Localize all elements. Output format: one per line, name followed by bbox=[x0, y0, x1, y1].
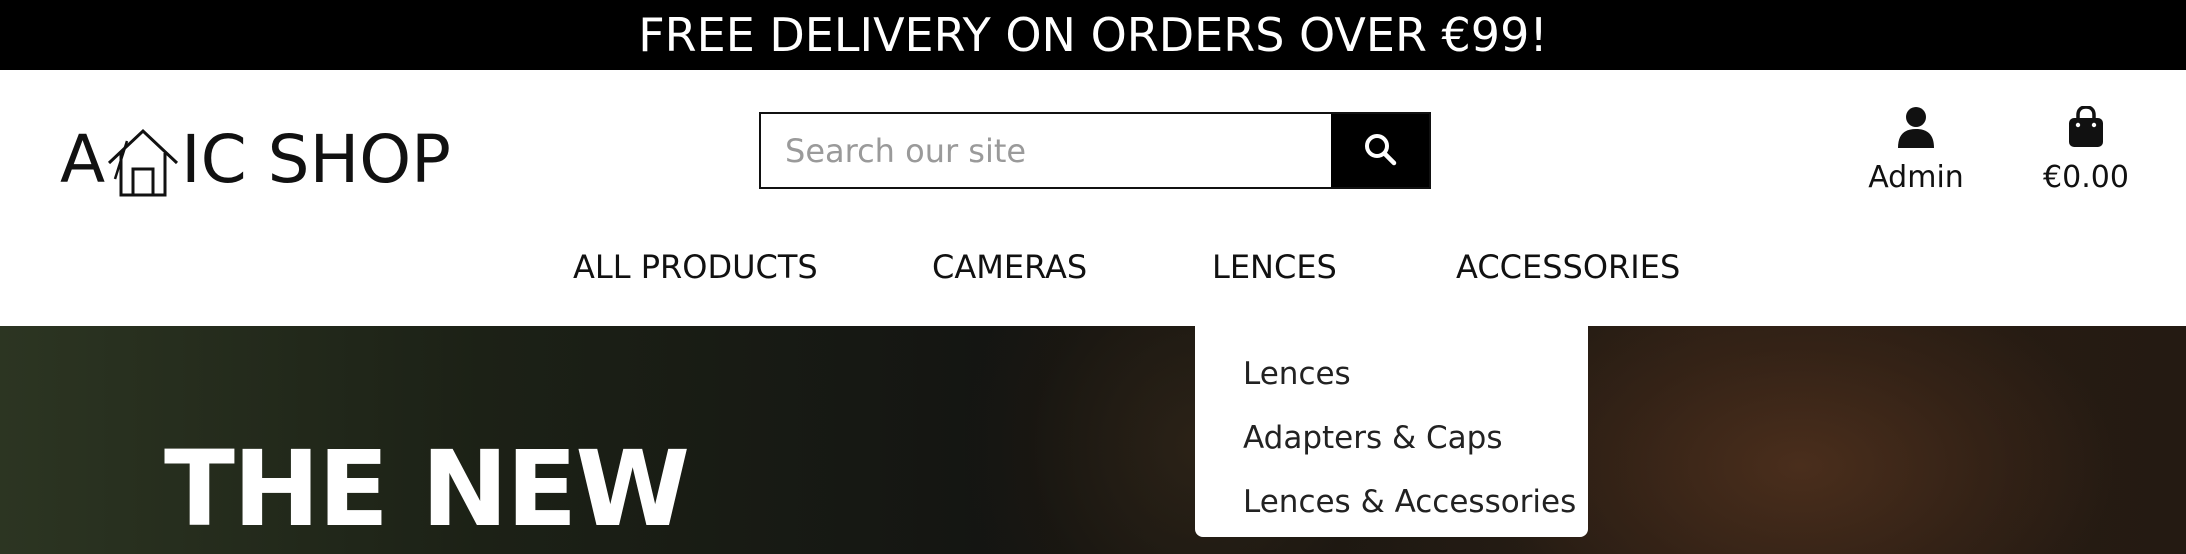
lences-dropdown-menu: Lences Adapters & Caps Lences & Accessor… bbox=[1195, 326, 1588, 537]
cart-total: €0.00 bbox=[2043, 160, 2129, 195]
search-input[interactable] bbox=[761, 114, 1331, 187]
dropdown-item-adapters-caps[interactable]: Adapters & Caps bbox=[1195, 406, 1588, 470]
user-icon bbox=[1897, 102, 1935, 148]
account-label: Admin bbox=[1868, 160, 1964, 195]
search-icon bbox=[1363, 132, 1397, 169]
nav-item-all-products[interactable]: ALL PRODUCTS bbox=[573, 248, 818, 286]
promo-text: FREE DELIVERY ON ORDERS OVER €99! bbox=[638, 8, 1548, 62]
hero-title: THE NEW bbox=[164, 428, 690, 550]
nav-item-accessories[interactable]: ACCESSORIES bbox=[1456, 248, 1680, 286]
account-link[interactable]: Admin bbox=[1858, 102, 1974, 212]
site-logo[interactable]: A IC SHOP bbox=[60, 114, 451, 204]
site-header: A IC SHOP Search our site Admin €0.00 AL… bbox=[0, 70, 2186, 326]
nav-item-lences[interactable]: LENCES bbox=[1212, 248, 1337, 286]
main-nav: ALL PRODUCTS CAMERAS LENCES ACCESSORIES bbox=[0, 248, 2186, 296]
cart-link[interactable]: €0.00 bbox=[2036, 102, 2136, 212]
dropdown-item-lences-accessories[interactable]: Lences & Accessories bbox=[1195, 470, 1588, 534]
logo-text-suffix: IC SHOP bbox=[181, 120, 451, 198]
hero-banner: THE NEW bbox=[0, 326, 2186, 554]
search-form bbox=[759, 112, 1431, 189]
dropdown-item-lences[interactable]: Lences bbox=[1195, 342, 1588, 406]
search-button[interactable] bbox=[1331, 114, 1429, 187]
promo-banner: FREE DELIVERY ON ORDERS OVER €99! bbox=[0, 0, 2186, 70]
logo-text-prefix: A bbox=[60, 120, 106, 198]
house-logo-icon bbox=[107, 119, 179, 199]
shopping-bag-icon bbox=[2067, 102, 2105, 148]
nav-item-cameras[interactable]: CAMERAS bbox=[932, 248, 1087, 286]
